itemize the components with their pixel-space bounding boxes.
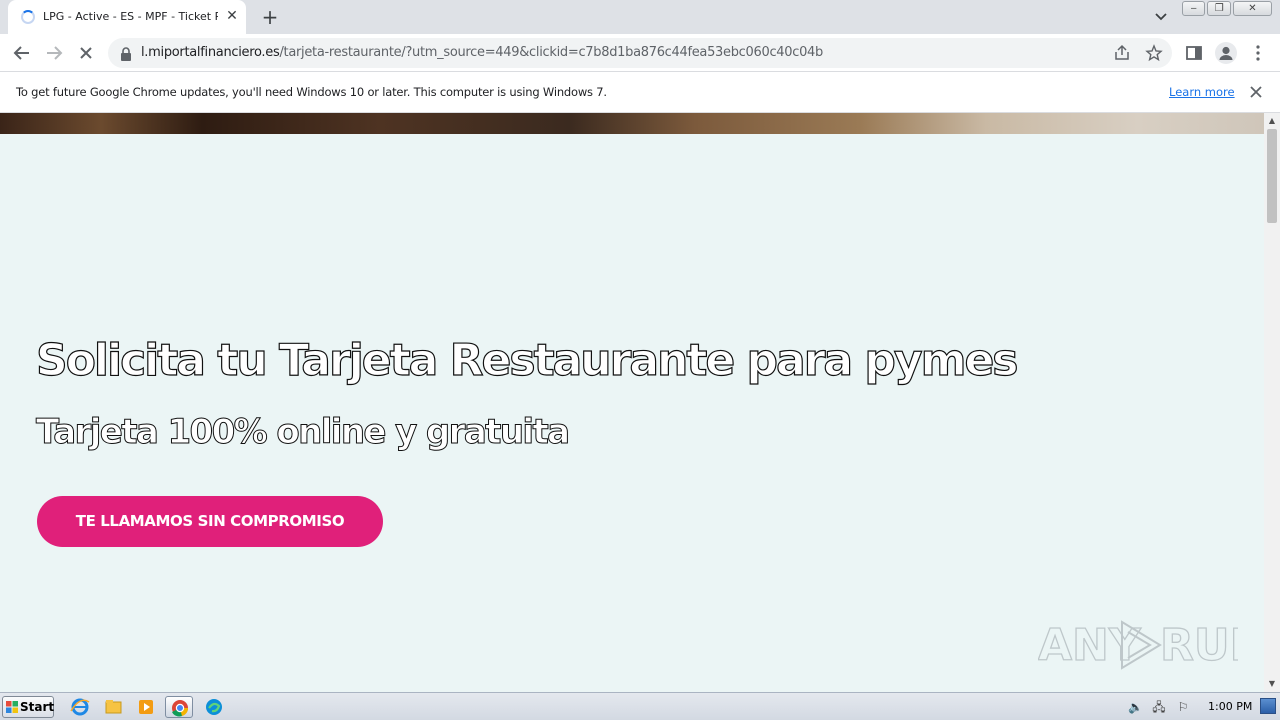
media-player-icon[interactable] [132, 696, 160, 718]
tab-search-icon[interactable] [1152, 9, 1170, 25]
share-icon[interactable] [1113, 44, 1131, 62]
show-desktop-icon[interactable] [1260, 698, 1276, 714]
kebab-menu-icon[interactable] [1248, 43, 1268, 63]
tab-close-icon[interactable]: ✕ [224, 8, 240, 24]
internet-explorer-icon[interactable] [66, 696, 94, 718]
file-explorer-icon[interactable] [99, 696, 127, 718]
restore-icon[interactable]: ❐ [1207, 1, 1231, 16]
profile-icon[interactable] [1215, 42, 1237, 64]
forward-arrow-icon[interactable] [42, 41, 66, 65]
windows-flag-icon [6, 701, 18, 713]
window-close-icon[interactable]: ✕ [1232, 1, 1273, 16]
scrollbar-thumb[interactable] [1267, 129, 1277, 223]
system-tray: 🔈 🖧 ⚐ [1122, 697, 1198, 717]
loading-spinner-icon [21, 10, 35, 24]
url-path: /tarjeta-restaurante/?utm_source=449&cli… [279, 45, 823, 60]
windows-taskbar: Start 🔈 🖧 ⚐ 1:00 PM [0, 692, 1280, 720]
hero-image [0, 113, 1264, 134]
anyrun-watermark-logo: ANY RUN [1038, 619, 1238, 671]
infobar-message: To get future Google Chrome updates, you… [16, 85, 607, 99]
tab-strip: LPG - Active - ES - MPF - Ticket Restaur… [0, 0, 1280, 34]
scroll-down-icon[interactable]: ▼ [1264, 677, 1280, 691]
new-tab-button[interactable]: + [259, 6, 281, 28]
watermark-any: ANY [1038, 620, 1142, 671]
page-title: Solicita tu Tarjeta Restaurante para pym… [35, 334, 1019, 386]
minimize-icon[interactable]: ‒ [1182, 1, 1206, 16]
web-page: Solicita tu Tarjeta Restaurante para pym… [0, 113, 1264, 692]
callback-button[interactable]: TE LLAMAMOS SIN COMPROMISO [37, 496, 383, 547]
action-center-flag-icon[interactable]: ⚐ [1176, 700, 1190, 714]
browser-toolbar: l.miportalfinanciero.es/tarjeta-restaura… [0, 34, 1280, 72]
address-bar[interactable]: l.miportalfinanciero.es/tarjeta-restaura… [108, 38, 1172, 68]
learn-more-link[interactable]: Learn more [1169, 85, 1235, 99]
chrome-taskbar-icon[interactable] [165, 696, 193, 718]
network-icon[interactable]: 🖧 [1152, 700, 1166, 714]
taskbar-clock[interactable]: 1:00 PM [1208, 700, 1252, 713]
start-label: Start [20, 700, 55, 714]
side-panel-icon[interactable] [1184, 43, 1204, 63]
edge-icon[interactable] [200, 696, 228, 718]
lock-icon[interactable] [120, 46, 132, 61]
url-text[interactable]: l.miportalfinanciero.es/tarjeta-restaura… [141, 45, 823, 60]
tab-title: LPG - Active - ES - MPF - Ticket Restaur… [43, 10, 218, 23]
page-scrollbar[interactable]: ▲ ▼ [1264, 113, 1280, 692]
watermark-run: RUN [1160, 620, 1238, 671]
update-infobar: To get future Google Chrome updates, you… [0, 72, 1280, 113]
browser-tab[interactable]: LPG - Active - ES - MPF - Ticket Restaur… [8, 0, 246, 34]
back-arrow-icon[interactable] [10, 41, 34, 65]
star-icon[interactable] [1145, 44, 1163, 62]
volume-icon[interactable]: 🔈 [1128, 700, 1143, 714]
window-controls: ‒ ❐ ✕ [1182, 1, 1274, 17]
url-host: l.miportalfinanciero.es [141, 45, 280, 60]
scroll-up-icon[interactable]: ▲ [1264, 114, 1280, 128]
infobar-close-icon[interactable] [1247, 83, 1265, 101]
page-subtitle: Tarjeta 100% online y gratuita [35, 412, 570, 453]
start-button[interactable]: Start [2, 696, 54, 718]
stop-loading-icon[interactable] [74, 41, 98, 65]
